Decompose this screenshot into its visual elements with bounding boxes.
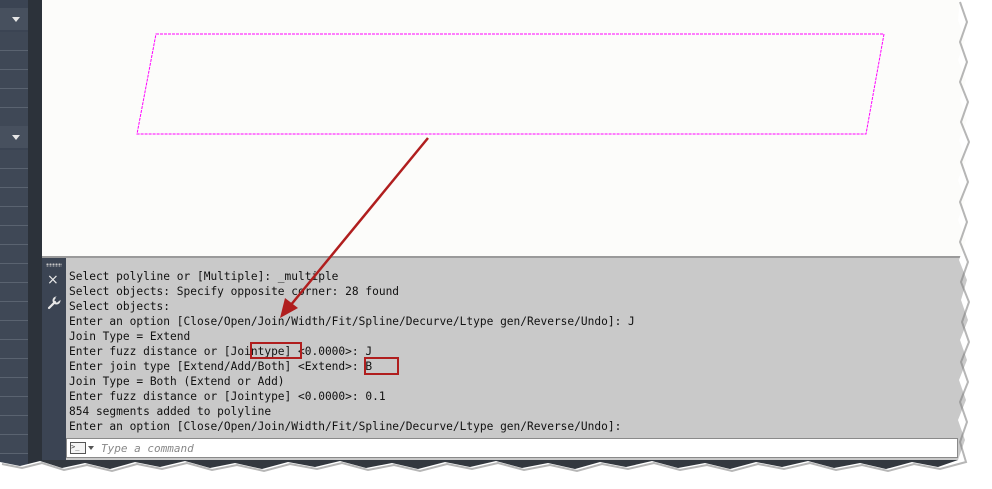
- palette-row[interactable]: [0, 302, 28, 321]
- palette-rows: [0, 32, 28, 127]
- palette-row[interactable]: [0, 435, 28, 454]
- history-line: Enter an option [Close/Open/Join/Width/F…: [69, 420, 622, 433]
- chevron-down-icon[interactable]: [88, 446, 94, 450]
- command-input[interactable]: [101, 439, 941, 457]
- command-history: Select polyline or [Multiple]: _multiple…: [69, 269, 959, 434]
- history-line: Select objects: Specify opposite corner:…: [69, 285, 400, 298]
- grip-handle-icon[interactable]: [46, 263, 62, 267]
- palette-row[interactable]: [0, 188, 28, 207]
- command-prompt-icon[interactable]: >_: [70, 442, 86, 454]
- palette-row[interactable]: [0, 340, 28, 359]
- drawing-svg: [136, 33, 885, 135]
- palette-row[interactable]: [0, 359, 28, 378]
- history-line: 854 segments added to polyline: [69, 405, 272, 418]
- wrench-icon[interactable]: [47, 295, 62, 313]
- history-line: Select polyline or [Multiple]: _multiple: [69, 270, 339, 283]
- history-line: Enter fuzz distance or [Jointype] <0.000…: [69, 390, 386, 403]
- palette-row[interactable]: [0, 378, 28, 397]
- palette-scrollbar[interactable]: [28, 0, 42, 472]
- autocad-window: × Select polyline or [Multiple]: _multip…: [0, 0, 972, 472]
- history-line: Join Type = Both (Extend or Add): [69, 375, 285, 388]
- palette-row[interactable]: [0, 416, 28, 435]
- palette-row[interactable]: [0, 283, 28, 302]
- palette-section-header[interactable]: [0, 126, 28, 148]
- callout-both-box: [364, 357, 399, 375]
- history-line: Select objects:: [69, 300, 171, 313]
- palette-row[interactable]: [0, 397, 28, 416]
- palette-row[interactable]: [0, 89, 28, 108]
- tool-palette: [0, 0, 42, 472]
- chevron-down-icon[interactable]: [12, 135, 20, 140]
- palette-row[interactable]: [0, 108, 28, 127]
- palette-section-header[interactable]: [0, 8, 28, 30]
- history-line: Enter an option [Close/Open/Join/Width/F…: [69, 315, 635, 328]
- palette-rows: [0, 150, 28, 454]
- palette-row[interactable]: [0, 245, 28, 264]
- close-icon[interactable]: ×: [47, 273, 59, 287]
- palette-row[interactable]: [0, 150, 28, 169]
- palette-row[interactable]: [0, 70, 28, 89]
- polyline-shape[interactable]: [136, 33, 885, 135]
- drawing-canvas[interactable]: [42, 0, 972, 256]
- palette-row[interactable]: [0, 169, 28, 188]
- command-input-bar[interactable]: >_: [66, 438, 958, 458]
- palette-row[interactable]: [0, 32, 28, 51]
- history-line: Join Type = Extend: [69, 330, 191, 343]
- palette-row[interactable]: [0, 264, 28, 283]
- palette-row[interactable]: [0, 51, 28, 70]
- palette-row[interactable]: [0, 226, 28, 245]
- palette-row[interactable]: [0, 321, 28, 340]
- command-window-toolbar: ×: [42, 258, 66, 460]
- chevron-down-icon[interactable]: [12, 17, 20, 22]
- history-line: Enter join type [Extend/Add/Both] <Exten…: [69, 360, 373, 373]
- command-window: × Select polyline or [Multiple]: _multip…: [42, 256, 972, 460]
- callout-jointype-box: [250, 342, 302, 359]
- palette-row[interactable]: [0, 207, 28, 226]
- history-line: Enter fuzz distance or [Jointype] <0.000…: [69, 345, 373, 358]
